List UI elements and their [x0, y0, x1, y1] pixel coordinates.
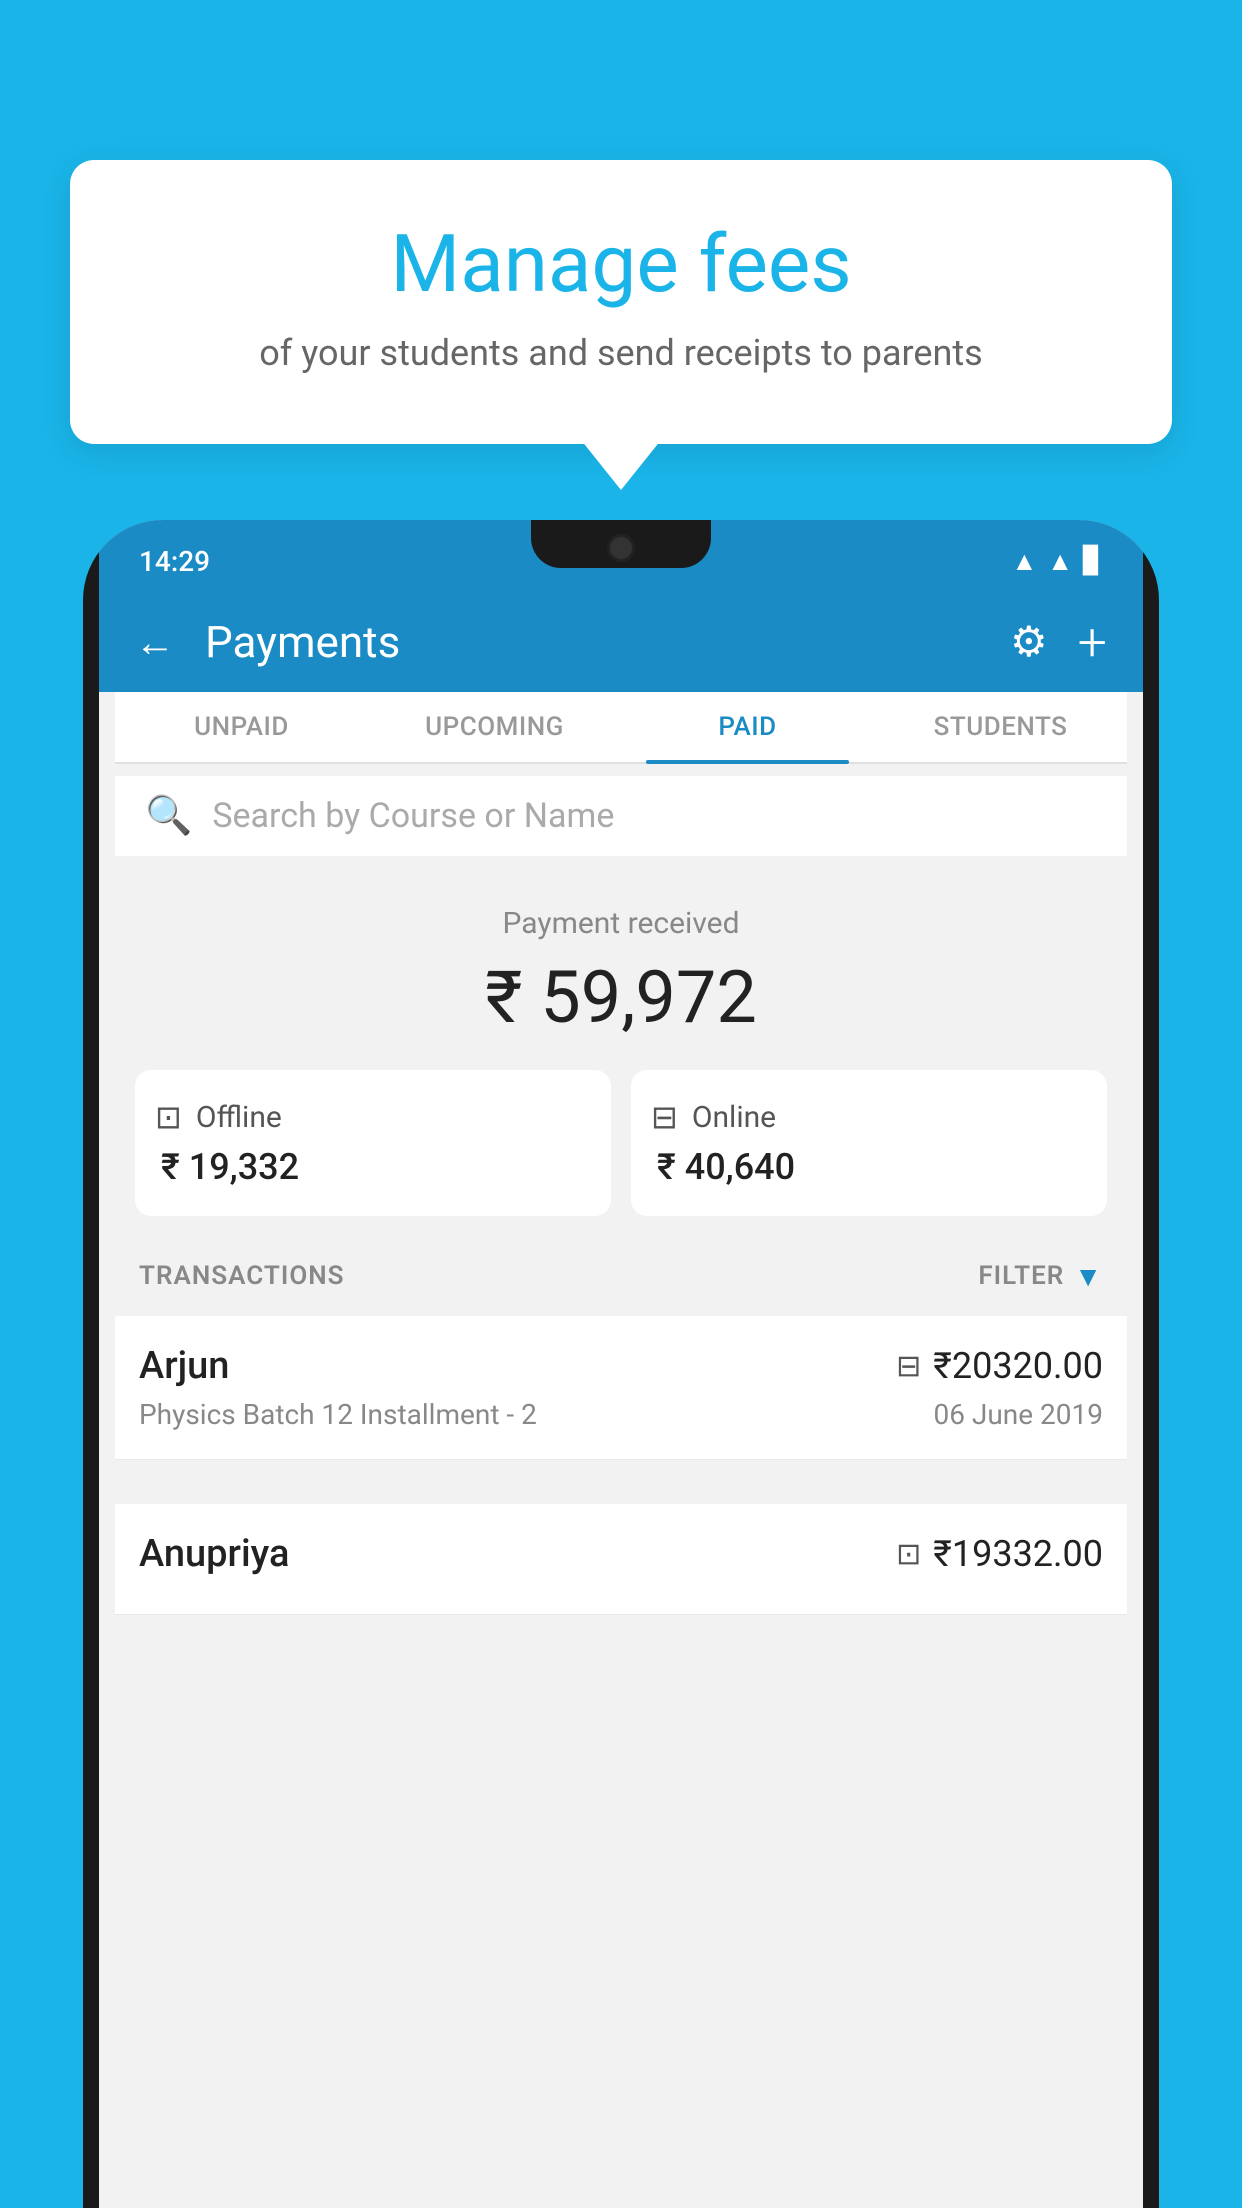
payment-summary: Payment received ₹ 59,972 ⊡ Offline ₹ 19… [115, 866, 1127, 1246]
payment-total: ₹ 59,972 [135, 955, 1107, 1040]
online-amount: ₹ 40,640 [651, 1146, 1087, 1188]
app-title: Payments [205, 616, 990, 668]
transaction-name-2: Anupriya [139, 1532, 289, 1576]
transaction-amount-2: ₹19332.00 [933, 1533, 1103, 1575]
filter-button[interactable]: FILTER ▼ [978, 1260, 1103, 1293]
online-card: ⊟ Online ₹ 40,640 [631, 1070, 1107, 1216]
tab-paid[interactable]: PAID [621, 692, 874, 762]
phone-frame: 14:29 ▲ ▲ ▊ ← Payments ⚙ + UNPAID UPCOMI… [83, 520, 1159, 2208]
battery-icon: ▊ [1083, 546, 1103, 576]
settings-button[interactable]: ⚙ [1010, 617, 1048, 667]
bubble-title: Manage fees [120, 220, 1122, 308]
status-icons: ▲ ▲ ▊ [1012, 546, 1103, 577]
payment-cards: ⊡ Offline ₹ 19,332 ⊟ Online ₹ 40,640 [135, 1070, 1107, 1216]
transaction-date-1: 06 June 2019 [933, 1398, 1103, 1431]
status-time: 14:29 [139, 545, 210, 578]
payment-received-label: Payment received [135, 906, 1107, 941]
back-button[interactable]: ← [135, 619, 175, 666]
filter-label: FILTER [978, 1261, 1064, 1291]
phone-notch [531, 520, 711, 568]
offline-amount: ₹ 19,332 [155, 1146, 591, 1188]
online-icon: ⊟ [651, 1098, 678, 1136]
transaction-row-2[interactable]: Anupriya ⊡ ₹19332.00 [115, 1504, 1127, 1615]
transaction-name-1: Arjun [139, 1344, 229, 1388]
transaction-detail-1: Physics Batch 12 Installment - 2 [139, 1398, 537, 1431]
transactions-header: TRANSACTIONS FILTER ▼ [115, 1246, 1127, 1306]
app-bar: ← Payments ⚙ + [99, 592, 1143, 692]
app-bar-actions: ⚙ + [1010, 612, 1107, 673]
transaction-amount-wrap-1: ⊟ ₹20320.00 [896, 1345, 1103, 1387]
search-icon: 🔍 [145, 794, 192, 838]
transaction-row-1[interactable]: Arjun ⊟ ₹20320.00 Physics Batch 12 Insta… [115, 1316, 1127, 1460]
offline-icon: ⊡ [155, 1098, 182, 1136]
search-placeholder-text: Search by Course or Name [212, 796, 614, 836]
transaction-amount-1: ₹20320.00 [933, 1345, 1103, 1387]
tab-unpaid[interactable]: UNPAID [115, 692, 368, 762]
phone-camera [607, 534, 635, 562]
transaction-amount-wrap-2: ⊡ ₹19332.00 [896, 1533, 1103, 1575]
online-label: Online [692, 1100, 776, 1135]
search-bar[interactable]: 🔍 Search by Course or Name [115, 776, 1127, 856]
tabs-container: UNPAID UPCOMING PAID STUDENTS [115, 692, 1127, 764]
wifi-icon: ▲ [1012, 546, 1038, 577]
add-button[interactable]: + [1078, 612, 1107, 673]
tab-upcoming[interactable]: UPCOMING [368, 692, 621, 762]
tab-students[interactable]: STUDENTS [874, 692, 1127, 762]
signal-icon: ▲ [1047, 546, 1073, 577]
phone-screen: 14:29 ▲ ▲ ▊ ← Payments ⚙ + UNPAID UPCOMI… [99, 520, 1143, 2208]
offline-card: ⊡ Offline ₹ 19,332 [135, 1070, 611, 1216]
speech-bubble: Manage fees of your students and send re… [70, 160, 1172, 444]
transaction-type-icon-2: ⊡ [896, 1537, 921, 1572]
filter-icon: ▼ [1074, 1260, 1103, 1293]
offline-label: Offline [196, 1100, 282, 1135]
bubble-subtitle: of your students and send receipts to pa… [120, 332, 1122, 374]
transaction-type-icon-1: ⊟ [896, 1349, 921, 1384]
transactions-label: TRANSACTIONS [139, 1261, 345, 1291]
